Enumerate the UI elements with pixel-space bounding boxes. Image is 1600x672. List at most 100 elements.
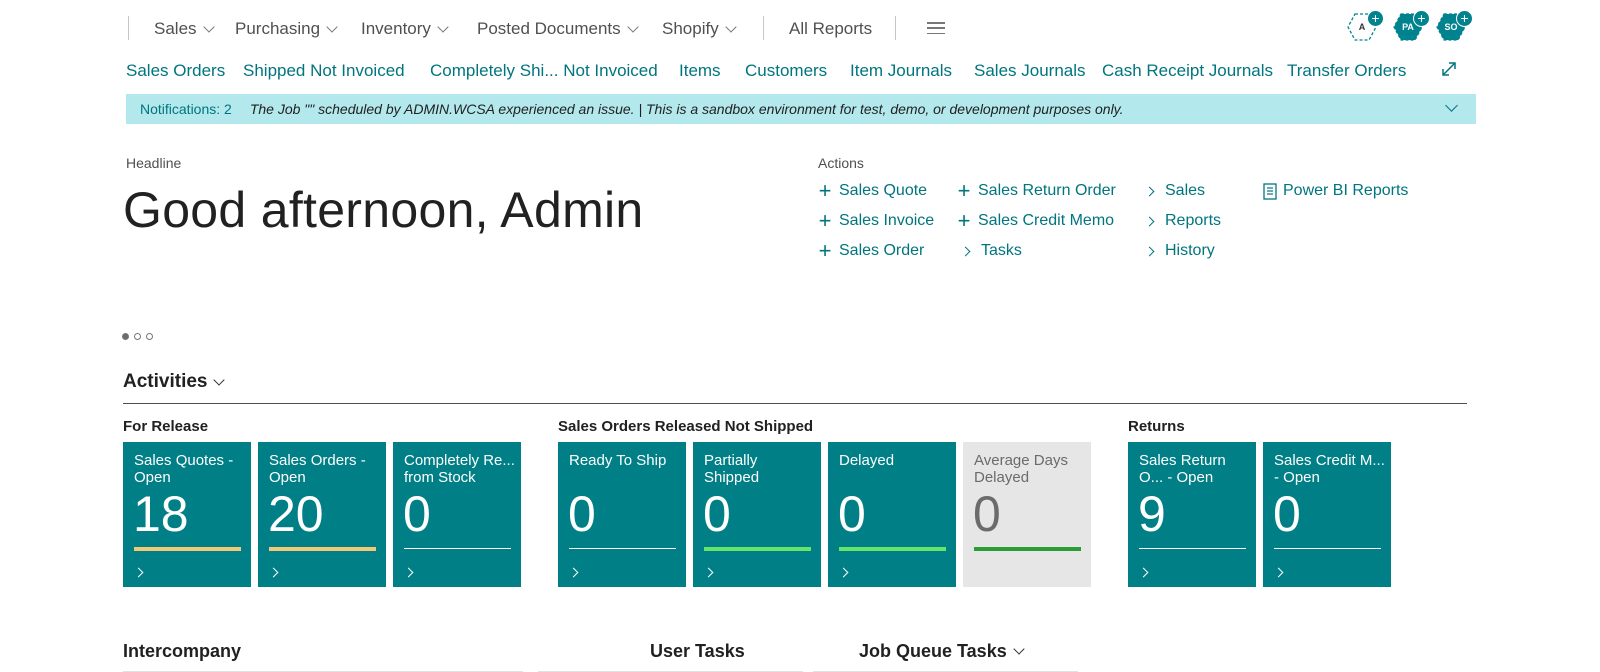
section-title: User Tasks	[650, 641, 745, 661]
cue-tile-value: 20	[268, 486, 324, 542]
action-menu-reports[interactable]: Reports	[1142, 212, 1221, 230]
cue-tile-title: Partially Shipped	[704, 452, 760, 486]
chevron-right-icon	[1138, 567, 1149, 578]
section-user-tasks[interactable]: User Tasks	[650, 641, 745, 662]
link-item-journals[interactable]: Item Journals	[850, 61, 952, 81]
cue-tile-indicator	[839, 547, 946, 551]
cue-tile-indicator	[974, 547, 1081, 551]
link-cash-receipt-journals[interactable]: Cash Receipt Journals	[1102, 61, 1273, 81]
action-sales-invoice[interactable]: + Sales Invoice	[817, 210, 935, 232]
cue-tile-title: Average Days Delayed	[974, 452, 1068, 486]
activities-header[interactable]: Activities	[123, 371, 226, 393]
cue-tile-sales-return-orders-open[interactable]: Sales Return O... - Open 9	[1128, 442, 1256, 587]
cue-tile-title: Completely Re... from Stock	[404, 452, 515, 486]
chevron-down-icon[interactable]	[1445, 99, 1458, 112]
action-menu-history[interactable]: History	[1142, 242, 1215, 260]
action-sales-quote[interactable]: + Sales Quote	[817, 180, 928, 202]
headline-carousel-dots	[122, 333, 153, 340]
nav-menu-label: All Reports	[789, 19, 873, 38]
link-sales-orders[interactable]: Sales Orders	[126, 61, 225, 81]
chevron-right-icon	[1144, 186, 1155, 196]
chevron-down-icon	[326, 20, 338, 33]
link-items[interactable]: Items	[679, 61, 721, 81]
action-power-bi-reports[interactable]: Power BI Reports	[1263, 182, 1408, 200]
action-label: Sales Order	[839, 242, 925, 259]
avatar-pa[interactable]: PA +	[1393, 10, 1430, 42]
carousel-dot[interactable]	[122, 333, 129, 340]
action-sales-return-order[interactable]: + Sales Return Order	[956, 178, 1116, 203]
cue-tile-indicator	[569, 548, 676, 549]
cue-tile-average-days-delayed[interactable]: Average Days Delayed 0	[963, 442, 1091, 587]
chevron-right-icon	[1144, 216, 1155, 226]
cue-tile-indicator	[404, 548, 511, 549]
cue-tile-indicator	[134, 547, 241, 551]
plus-icon: +	[1413, 10, 1430, 27]
cue-tile-sales-credit-memos-open[interactable]: Sales Credit M... - Open 0	[1263, 442, 1391, 587]
link-transfer-orders[interactable]: Transfer Orders	[1287, 61, 1406, 81]
cue-tile-ready-to-ship[interactable]: Ready To Ship 0	[558, 442, 686, 587]
action-label: Sales Credit Memo	[978, 212, 1115, 229]
cue-tile-indicator	[1139, 548, 1246, 549]
nav-menu-sales[interactable]: Sales	[154, 19, 215, 39]
nav-menu-label: Sales	[154, 19, 197, 38]
hamburger-icon[interactable]	[927, 22, 945, 34]
cue-tile-title: Sales Return O... - Open	[1139, 452, 1226, 486]
nav-menu-purchasing[interactable]: Purchasing	[235, 19, 338, 39]
activities-title: Activities	[123, 371, 208, 392]
action-label: Tasks	[981, 242, 1022, 259]
nav-menu-posted-documents[interactable]: Posted Documents	[477, 19, 639, 39]
action-label: Sales Return Order	[978, 182, 1116, 199]
chevron-right-icon	[403, 567, 414, 578]
nav-separator	[763, 16, 764, 40]
link-sales-journals[interactable]: Sales Journals	[974, 61, 1086, 81]
action-menu-tasks[interactable]: Tasks	[958, 242, 1022, 260]
avatar-so[interactable]: SO +	[1436, 10, 1473, 42]
cue-tile-sales-quotes-open[interactable]: Sales Quotes - Open 18	[123, 442, 251, 587]
chevron-right-icon	[568, 567, 579, 578]
cue-tile-sales-orders-open[interactable]: Sales Orders - Open 20	[258, 442, 386, 587]
expand-icon[interactable]	[1440, 60, 1458, 78]
section-title: Intercompany	[123, 641, 242, 661]
action-sales-order[interactable]: + Sales Order	[817, 238, 925, 263]
link-completely-shipped-not-invoiced[interactable]: Completely Shi... Not Invoiced	[430, 61, 658, 81]
cue-tile-title: Sales Orders - Open	[269, 452, 366, 486]
action-label: Sales	[1165, 182, 1206, 199]
cue-tile-completely-reserved-from-stock[interactable]: Completely Re... from Stock 0	[393, 442, 521, 587]
notification-count[interactable]: Notifications: 2	[140, 101, 232, 117]
plus-icon: +	[818, 238, 832, 263]
plus-icon: +	[1367, 10, 1384, 27]
cue-group-title: For Release	[123, 418, 209, 435]
section-intercompany[interactable]: Intercompany	[123, 641, 241, 662]
cue-tile-value: 0	[703, 486, 731, 542]
cue-tile-title: Sales Quotes - Open	[134, 452, 234, 486]
cue-tile-indicator	[704, 547, 811, 551]
report-icon	[1263, 182, 1277, 200]
cue-tile-value: 0	[973, 486, 1001, 542]
chevron-right-icon	[1144, 246, 1155, 256]
nav-menu-shopify[interactable]: Shopify	[662, 19, 737, 39]
carousel-dot[interactable]	[134, 333, 141, 340]
nav-all-reports[interactable]: All Reports	[789, 19, 872, 39]
cue-tile-partially-shipped[interactable]: Partially Shipped 0	[693, 442, 821, 587]
plus-icon: +	[957, 178, 971, 203]
action-label: Sales Invoice	[839, 212, 935, 229]
action-sales-credit-memo[interactable]: + Sales Credit Memo	[956, 210, 1115, 232]
chevron-down-icon	[202, 20, 215, 33]
action-menu-sales[interactable]: Sales	[1142, 182, 1205, 200]
cue-tile-delayed[interactable]: Delayed 0	[828, 442, 956, 587]
cue-tile-title: Ready To Ship	[569, 452, 667, 469]
link-customers[interactable]: Customers	[745, 61, 827, 81]
avatar-a[interactable]: A +	[1347, 10, 1384, 42]
action-label: Power BI Reports	[1283, 182, 1409, 199]
cue-tile-value: 0	[1273, 486, 1301, 542]
carousel-dot[interactable]	[146, 333, 153, 340]
cue-tile-value: 9	[1138, 486, 1166, 542]
nav-menu-inventory[interactable]: Inventory	[361, 19, 449, 39]
chevron-right-icon	[838, 567, 849, 578]
section-job-queue-tasks[interactable]: Job Queue Tasks	[859, 641, 1025, 662]
chevron-down-icon	[213, 373, 226, 386]
link-shipped-not-invoiced[interactable]: Shipped Not Invoiced	[243, 61, 405, 81]
cue-tile-indicator	[1274, 548, 1381, 549]
chevron-right-icon	[703, 567, 714, 578]
cue-tile-title: Delayed	[839, 452, 895, 469]
